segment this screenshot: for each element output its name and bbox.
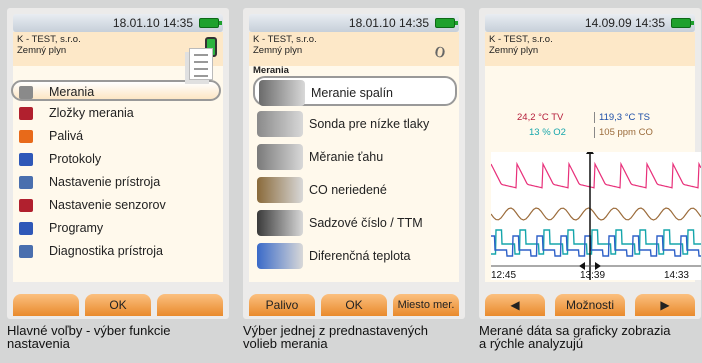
menu-item[interactable]: Programy bbox=[13, 218, 223, 239]
measurement-option[interactable]: Diferenčná teplota bbox=[253, 241, 457, 271]
status-bar: 14.09.09 14:35 bbox=[485, 14, 695, 32]
menu-item-label: Programy bbox=[49, 221, 104, 235]
status-bar: 18.01.10 14:35 bbox=[249, 14, 459, 32]
components-icon bbox=[19, 107, 33, 120]
previous-button[interactable]: ◀ bbox=[485, 294, 545, 316]
graph-panel: 14.09.09 14:35 K - TEST, s.r.o. Zemný pl… bbox=[479, 8, 701, 319]
fuel-name: Zemný plyn bbox=[489, 45, 539, 56]
caption-graph: Merané dáta sa graficky zobrazia a rýchl… bbox=[479, 324, 702, 350]
low-pressure-probe-icon bbox=[257, 111, 303, 137]
softkey-right[interactable] bbox=[157, 294, 223, 316]
caption-line: nastavenia bbox=[7, 336, 70, 351]
protocol-document-icon bbox=[189, 48, 213, 80]
draft-probe-icon bbox=[257, 144, 303, 170]
menu-item-label: Zložky merania bbox=[49, 106, 134, 120]
menu-item[interactable]: Diagnostika prístroja bbox=[13, 241, 223, 262]
flame-icon bbox=[19, 130, 33, 143]
co-probe-icon bbox=[257, 177, 303, 203]
measurement-option-label: Sonda pre nízke tlaky bbox=[309, 117, 430, 131]
softkey-bar: ◀ Možnosti ▶ bbox=[485, 294, 695, 316]
measurement-option[interactable]: Měranie ťahu bbox=[253, 142, 457, 172]
menu-item[interactable]: Nastavenie prístroja bbox=[13, 172, 223, 193]
floppy-icon bbox=[19, 222, 33, 235]
co-readout: 105 ppm CO bbox=[594, 127, 653, 138]
caption-measurement-menu: Výber jednej z prednastavených volieb me… bbox=[243, 324, 473, 350]
header: K - TEST, s.r.o. Zemný plyn bbox=[485, 32, 695, 66]
ts-readout: 119,3 °C TS bbox=[594, 112, 650, 123]
floppy-icon bbox=[19, 153, 33, 166]
device-diagnostic-icon bbox=[19, 245, 33, 258]
temperature-probes-icon bbox=[257, 243, 303, 269]
battery-icon bbox=[199, 18, 222, 28]
menu-item[interactable]: Merania bbox=[11, 80, 221, 101]
date-time: 14.09.09 14:35 bbox=[584, 16, 665, 30]
device-screen: K - TEST, s.r.o. Zemný plyn ℴ Merania Me… bbox=[249, 32, 459, 282]
date-time: 18.01.10 14:35 bbox=[348, 16, 429, 30]
softkey-left[interactable] bbox=[13, 294, 79, 316]
menu-item-label: Nastavenie prístroja bbox=[49, 175, 161, 189]
menu-item-label: Merania bbox=[49, 85, 95, 99]
softkey-bar: OK bbox=[13, 294, 223, 316]
company-name: K - TEST, s.r.o. bbox=[17, 34, 81, 45]
battery-icon bbox=[671, 18, 694, 28]
header: K - TEST, s.r.o. Zemný plyn ℴ bbox=[249, 32, 459, 66]
time-start: 12:45 bbox=[491, 270, 517, 281]
trend-graph[interactable] bbox=[491, 152, 701, 280]
next-button[interactable]: ▶ bbox=[635, 294, 695, 316]
measurement-option-label: CO neriedené bbox=[309, 183, 387, 197]
date-time: 18.01.10 14:35 bbox=[112, 16, 193, 30]
probe-icon: ℴ bbox=[433, 33, 446, 63]
time-cursor: 13:39 bbox=[580, 270, 606, 281]
measurement-option-label: Meranie spalín bbox=[311, 86, 393, 100]
measurement-option-label: Měranie ťahu bbox=[309, 150, 384, 164]
status-bar: 18.01.10 14:35 bbox=[13, 14, 223, 32]
menu-item-label: Protokoly bbox=[49, 152, 102, 166]
measuring-device-icon bbox=[19, 86, 33, 99]
battery-icon bbox=[435, 18, 458, 28]
device-screen: K - TEST, s.r.o. Zemný plyn 24,2 °C TV 1… bbox=[485, 32, 701, 282]
caption-line: volieb merania bbox=[243, 336, 328, 351]
menu-item[interactable]: Protokoly bbox=[13, 149, 223, 170]
menu-item[interactable]: Zložky merania bbox=[13, 103, 223, 124]
menu-item-label: Nastavenie senzorov bbox=[49, 198, 166, 212]
device-screen: K - TEST, s.r.o. Zemný plyn Merania Zložk… bbox=[11, 32, 223, 282]
measurement-option-label: Diferenčná teplota bbox=[309, 249, 411, 263]
smoke-pump-icon bbox=[257, 210, 303, 236]
main-menu-panel: 18.01.10 14:35 K - TEST, s.r.o. Zemný pl… bbox=[7, 8, 229, 319]
softkey-bar: Palivo OK Miesto mer. bbox=[249, 294, 459, 316]
menu-item-label: Diagnostika prístroja bbox=[49, 244, 163, 258]
device-settings-icon bbox=[19, 176, 33, 189]
measurement-option[interactable]: Meranie spalín bbox=[253, 76, 457, 106]
ok-button[interactable]: OK bbox=[85, 294, 151, 316]
menu-item[interactable]: Palivá bbox=[13, 126, 223, 147]
measurement-menu-panel: 18.01.10 14:35 K - TEST, s.r.o. Zemný pl… bbox=[243, 8, 465, 319]
section-title: Merania bbox=[253, 65, 289, 76]
flue-probe-icon bbox=[259, 80, 305, 106]
tv-readout: 24,2 °C TV bbox=[517, 112, 564, 123]
measurement-option[interactable]: Sadzové číslo / TTM bbox=[253, 208, 457, 238]
measurement-option-label: Sadzové číslo / TTM bbox=[309, 216, 423, 230]
measurement-option[interactable]: Sonda pre nízke tlaky bbox=[253, 109, 457, 139]
menu-item-label: Palivá bbox=[49, 129, 84, 143]
time-end: 14:33 bbox=[663, 270, 689, 281]
fuel-button[interactable]: Palivo bbox=[249, 294, 315, 316]
company-name: K - TEST, s.r.o. bbox=[489, 34, 553, 45]
options-button[interactable]: Možnosti bbox=[555, 294, 625, 316]
sensor-icon bbox=[19, 199, 33, 212]
measurement-option[interactable]: CO neriedené bbox=[253, 175, 457, 205]
menu-item[interactable]: Nastavenie senzorov bbox=[13, 195, 223, 216]
caption-main-menu: Hlavné voľby - výber funkcie nastavenia bbox=[7, 324, 237, 350]
cursor-arrow-icon bbox=[586, 152, 594, 154]
location-button[interactable]: Miesto mer. bbox=[393, 294, 459, 316]
o2-readout: 13 % O2 bbox=[529, 127, 566, 138]
caption-line: a rýchle analyzujú bbox=[479, 336, 584, 351]
ok-button[interactable]: OK bbox=[321, 294, 387, 316]
